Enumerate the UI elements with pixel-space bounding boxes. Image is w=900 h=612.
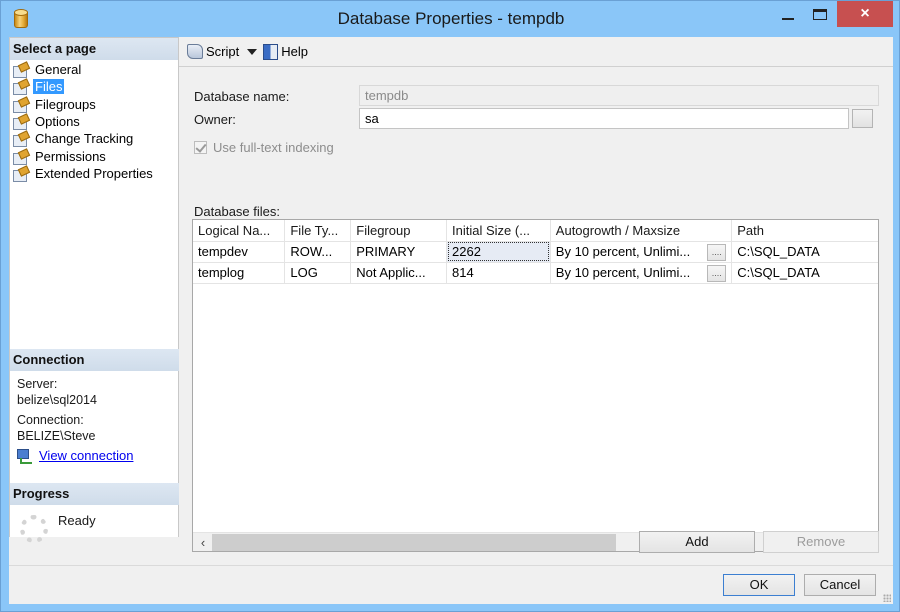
owner-browse-button[interactable] [852,109,873,128]
table-header-row: Logical Na... File Ty... Filegroup Initi… [193,220,878,242]
page-settings-icon [13,63,29,79]
window-title: Database Properties - tempdb [337,9,565,28]
page-settings-icon [13,167,29,182]
cell-initial-size[interactable]: 2262 [446,241,551,263]
page-label: Change Tracking [35,131,134,147]
database-files-grid: Logical Na... File Ty... Filegroup Initi… [192,219,879,552]
owner-field[interactable] [359,108,849,129]
help-label: Help [281,44,308,59]
column-header-path[interactable]: Path [731,220,878,242]
help-button[interactable]: Help [263,43,308,60]
page-item-change-tracking[interactable]: Change Tracking [13,130,178,148]
scroll-left-icon[interactable]: ‹ [195,535,211,550]
page-label: Permissions [35,148,106,164]
page-item-permissions[interactable]: Permissions [13,147,178,165]
fulltext-indexing-checkbox-row: Use full-text indexing [194,140,334,155]
autogrowth-ellipsis-button[interactable]: .... [707,243,727,261]
cell-initial-size[interactable]: 814 [446,262,551,284]
progress-status: Ready [58,513,96,528]
page-settings-icon [13,132,29,148]
remove-button[interactable]: Remove [763,531,879,553]
page-label: Options [35,114,80,130]
script-dropdown-arrow-icon[interactable] [247,48,258,55]
column-header-filegroup[interactable]: Filegroup [350,220,448,242]
view-connection-icon [17,448,33,464]
column-header-autogrowth[interactable]: Autogrowth / Maxsize [550,220,733,242]
connection-section: Connection Server: belize\sql2014 Connec… [10,349,179,464]
progress-spinner-icon [20,515,48,543]
page-item-filegroups[interactable]: Filegroups [13,96,178,113]
files-table: Logical Na... File Ty... Filegroup Initi… [193,220,878,284]
column-header-logical-name[interactable]: Logical Na... [193,220,286,242]
page-settings-icon [13,80,29,96]
toolbar: Script Help [179,37,893,67]
script-button[interactable]: Script [187,44,239,59]
minimize-button[interactable] [771,1,805,27]
server-label: Server: [17,377,58,391]
page-label: Filegroups [35,96,96,112]
dialog-client: Select a page General Files Filegroups O… [9,37,893,604]
page-label: Extended Properties [35,165,153,181]
close-button[interactable]: × [837,1,893,27]
left-pane: Select a page General Files Filegroups O… [9,37,179,543]
script-icon [187,44,203,59]
page-item-options[interactable]: Options [13,113,178,131]
script-label: Script [206,44,240,59]
close-icon: × [860,5,870,22]
fulltext-indexing-checkbox [194,141,207,154]
cell-filegroup[interactable]: Not Applic... [350,262,448,284]
page-item-extended-properties[interactable]: Extended Properties [13,165,178,182]
database-files-label: Database files: [194,204,280,219]
cell-path[interactable]: C:\SQL_DATA [731,262,878,284]
page-label: General [35,62,82,78]
select-page-header: Select a page [10,38,178,60]
page-list: General Files Filegroups Options Change … [10,60,178,182]
cell-filegroup[interactable]: PRIMARY [350,241,448,263]
owner-label: Owner: [194,112,236,127]
cell-logical-name[interactable]: tempdev [193,241,286,263]
maximize-icon [813,8,827,20]
maximize-button[interactable] [805,1,835,27]
connection-header: Connection [10,349,179,371]
page-label: Files [33,79,65,95]
database-name-field [359,85,879,106]
column-header-file-type[interactable]: File Ty... [284,220,352,242]
server-value: belize\sql2014 [17,392,97,407]
page-item-general[interactable]: General [13,61,178,79]
page-settings-icon [13,115,29,131]
progress-section: Progress Ready [10,483,179,543]
page-settings-icon [13,150,29,165]
cell-file-type[interactable]: LOG [284,262,352,284]
progress-header: Progress [10,483,179,505]
database-properties-window: Database Properties - tempdb × Select a … [0,0,900,612]
connection-value: BELIZE\Steve [17,428,96,443]
autogrowth-value: By 10 percent, Unlimi... [555,244,691,259]
fulltext-indexing-label: Use full-text indexing [213,140,334,155]
table-row[interactable]: templog LOG Not Applic... 814 By 10 perc… [193,262,878,284]
table-row[interactable]: tempdev ROW... PRIMARY 2262 By 10 percen… [193,241,878,263]
cell-autogrowth[interactable]: By 10 percent, Unlimi... .... [550,241,733,263]
scrollbar-thumb[interactable] [212,534,616,551]
autogrowth-value: By 10 percent, Unlimi... [555,265,691,280]
connection-label: Connection: [17,413,84,427]
cell-autogrowth[interactable]: By 10 percent, Unlimi... .... [550,262,733,284]
title-bar[interactable]: Database Properties - tempdb × [1,1,900,37]
page-item-files[interactable]: Files [13,78,178,96]
resize-grip-icon[interactable] [883,594,891,602]
cancel-button[interactable]: Cancel [804,574,876,596]
help-icon [263,43,279,60]
cell-path[interactable]: C:\SQL_DATA [731,241,878,263]
page-settings-icon [13,98,29,113]
ok-button[interactable]: OK [723,574,795,596]
view-connection-link[interactable]: View connection [39,448,133,464]
cell-logical-name[interactable]: templog [193,262,286,284]
minimize-icon [782,18,794,20]
add-button[interactable]: Add [639,531,755,553]
column-header-initial-size[interactable]: Initial Size (... [446,220,551,242]
autogrowth-ellipsis-button[interactable]: .... [707,264,727,282]
cell-file-type[interactable]: ROW... [284,241,352,263]
database-name-label: Database name: [194,89,290,104]
bottom-divider [9,565,893,566]
